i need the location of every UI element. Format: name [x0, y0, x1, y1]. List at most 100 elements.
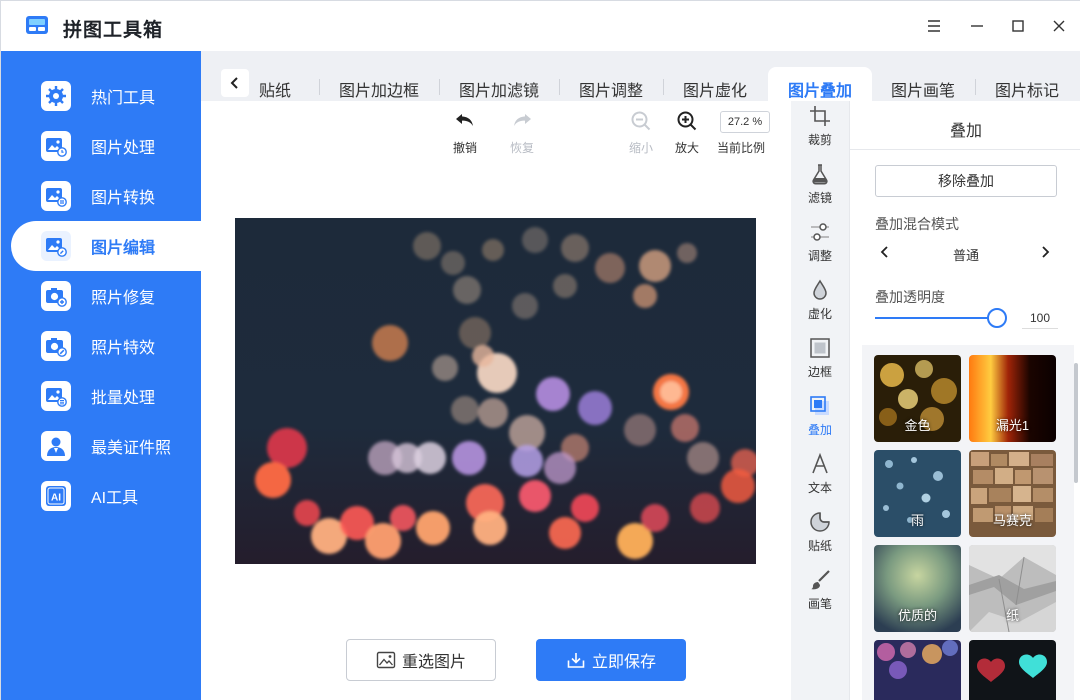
remove-overlay-button[interactable]: 移除叠加: [875, 165, 1057, 197]
tab-divider: [559, 79, 560, 95]
vertical-toolbar: 裁剪 滤镜 调整 虚化 边框 叠加 文本 贴纸 画笔: [791, 101, 849, 700]
vtool-label: 虚化: [807, 307, 832, 321]
sidebar-item-label: 热门工具: [91, 90, 156, 107]
overlay-thumb-paper[interactable]: 纸: [969, 545, 1056, 632]
panel-divider: [850, 149, 1080, 150]
overlay-thumb-quality[interactable]: 优质的: [874, 545, 961, 632]
zoom-in-icon: [677, 111, 697, 131]
vtool-label: 文本: [807, 481, 832, 495]
image-batch-icon: [41, 381, 71, 411]
overlay-thumb-mosaic[interactable]: 马赛克: [969, 450, 1056, 537]
overlay-icon: [810, 396, 829, 415]
sidebar-item-id-photo[interactable]: 最美证件照: [1, 421, 201, 471]
sidebar-item-label: 图片处理: [91, 140, 156, 157]
vtool-brush[interactable]: 画笔: [791, 569, 849, 612]
vtool-label: 边框: [807, 365, 832, 379]
camera-magic-icon: [41, 331, 71, 361]
vtool-filter[interactable]: 滤镜: [791, 163, 849, 206]
vtool-label: 贴纸: [807, 539, 832, 553]
save-button[interactable]: 立即保存: [536, 639, 686, 681]
redo-icon: [514, 114, 531, 126]
vtool-label: 滤镜: [807, 191, 832, 205]
crop-icon: [810, 106, 830, 126]
maximize-icon: [1012, 20, 1024, 32]
opacity-value-input[interactable]: 100: [1022, 307, 1058, 329]
redo-label: 恢复: [510, 141, 535, 155]
vtool-label: 叠加: [807, 423, 832, 437]
tab-filter[interactable]: 图片加滤镜: [459, 77, 539, 101]
vtool-label: 裁剪: [807, 133, 832, 147]
vtool-text[interactable]: 文本: [791, 453, 849, 496]
svg-text:AI: AI: [51, 493, 61, 504]
sidebar-item-label: 图片转换: [91, 190, 156, 207]
sidebar-item-image-edit[interactable]: 图片编辑: [11, 221, 201, 271]
overlay-thumb-rain[interactable]: 雨: [874, 450, 961, 537]
overlay-label: 雨: [910, 513, 924, 528]
edited-photo: [235, 218, 756, 564]
reselect-image-button[interactable]: 重选图片: [346, 639, 496, 681]
zoom-value-input[interactable]: 27.2 %: [720, 111, 770, 133]
panel-title: 叠加: [949, 123, 982, 140]
vtool-sticker[interactable]: 贴纸: [791, 511, 849, 554]
tab-mark[interactable]: 图片标记: [995, 77, 1059, 101]
tab-sticker[interactable]: 贴纸: [259, 77, 291, 101]
tab-blur[interactable]: 图片虚化: [683, 77, 747, 101]
overlay-label: 优质的: [897, 608, 937, 623]
overlay-thumb-bokeh[interactable]: [874, 640, 961, 700]
tab-divider: [975, 79, 976, 95]
overlay-thumb-gold[interactable]: 金色: [874, 355, 961, 442]
zoom-out-button[interactable]: 缩小: [629, 109, 653, 156]
tab-scroll-left-button[interactable]: [221, 69, 249, 97]
vtool-overlay[interactable]: 叠加: [791, 395, 849, 438]
vtool-frame[interactable]: 边框: [791, 337, 849, 380]
close-button[interactable]: [1046, 13, 1072, 39]
bokeh-overlay-image: [874, 640, 961, 700]
app-window: 拼图工具箱 热门工具 图片处理 图片转换 图片编辑 照片修复 照片特效 批量处理…: [0, 0, 1080, 700]
redo-button[interactable]: 恢复: [510, 109, 534, 156]
overlay-label: 纸: [1005, 608, 1019, 623]
sidebar-item-image-process[interactable]: 图片处理: [1, 121, 201, 171]
minimize-button[interactable]: [964, 13, 990, 39]
opacity-slider-thumb[interactable]: [987, 308, 1007, 328]
sidebar-item-ai-tools[interactable]: AI AI工具: [1, 471, 201, 521]
tab-adjust[interactable]: 图片调整: [579, 77, 643, 101]
overlay-thumb-hearts[interactable]: [969, 640, 1056, 700]
tab-brush[interactable]: 图片画笔: [891, 77, 955, 101]
hearts-overlay-image: [969, 640, 1056, 700]
opacity-label: 叠加透明度: [875, 289, 945, 305]
reselect-image-label: 重选图片: [401, 654, 466, 671]
tab-border[interactable]: 图片加边框: [339, 77, 419, 101]
overlay-label: 马赛克: [992, 513, 1032, 528]
vtool-blur[interactable]: 虚化: [791, 279, 849, 322]
gear-icon: [41, 81, 71, 111]
tab-bar: 贴纸 图片加边框 图片加滤镜 图片调整 图片虚化 图片叠加 图片画笔 图片标记: [201, 51, 1080, 101]
vtool-label: 画笔: [807, 597, 832, 611]
sidebar-item-label: 照片特效: [91, 340, 156, 357]
sliders-icon: [811, 223, 829, 241]
image-edit-icon: [41, 231, 71, 261]
maximize-button[interactable]: [1005, 13, 1031, 39]
undo-button[interactable]: 撤销: [453, 109, 477, 156]
chevron-right-icon[interactable]: [1038, 245, 1052, 259]
zoom-in-button[interactable]: 放大: [675, 109, 699, 156]
overlay-panel: 叠加 移除叠加 叠加混合模式 普通 叠加透明度 100 金色 漏光1 雨 马赛克…: [849, 101, 1080, 700]
vtool-crop[interactable]: 裁剪: [791, 105, 849, 148]
overlay-thumb-light-leak[interactable]: 漏光1: [969, 355, 1056, 442]
opacity-slider-track[interactable]: [875, 317, 997, 319]
menu-button[interactable]: [921, 13, 947, 39]
sidebar-item-batch[interactable]: 批量处理: [1, 371, 201, 421]
sidebar-item-hot-tools[interactable]: 热门工具: [1, 71, 201, 121]
tab-overlay[interactable]: 图片叠加: [768, 67, 873, 101]
sidebar-item-photo-effects[interactable]: 照片特效: [1, 321, 201, 371]
panel-scrollbar[interactable]: [1074, 363, 1078, 483]
image-clock-icon: [41, 131, 71, 161]
image-convert-icon: [41, 181, 71, 211]
sidebar: 热门工具 图片处理 图片转换 图片编辑 照片修复 照片特效 批量处理 最美证件照…: [1, 51, 201, 700]
sidebar-item-image-convert[interactable]: 图片转换: [1, 171, 201, 221]
tab-divider: [319, 79, 320, 95]
tab-divider: [663, 79, 664, 95]
filter-flask-icon: [812, 164, 828, 185]
vtool-adjust[interactable]: 调整: [791, 221, 849, 264]
sidebar-item-photo-repair[interactable]: 照片修复: [1, 271, 201, 321]
app-title: 拼图工具箱: [63, 20, 164, 41]
